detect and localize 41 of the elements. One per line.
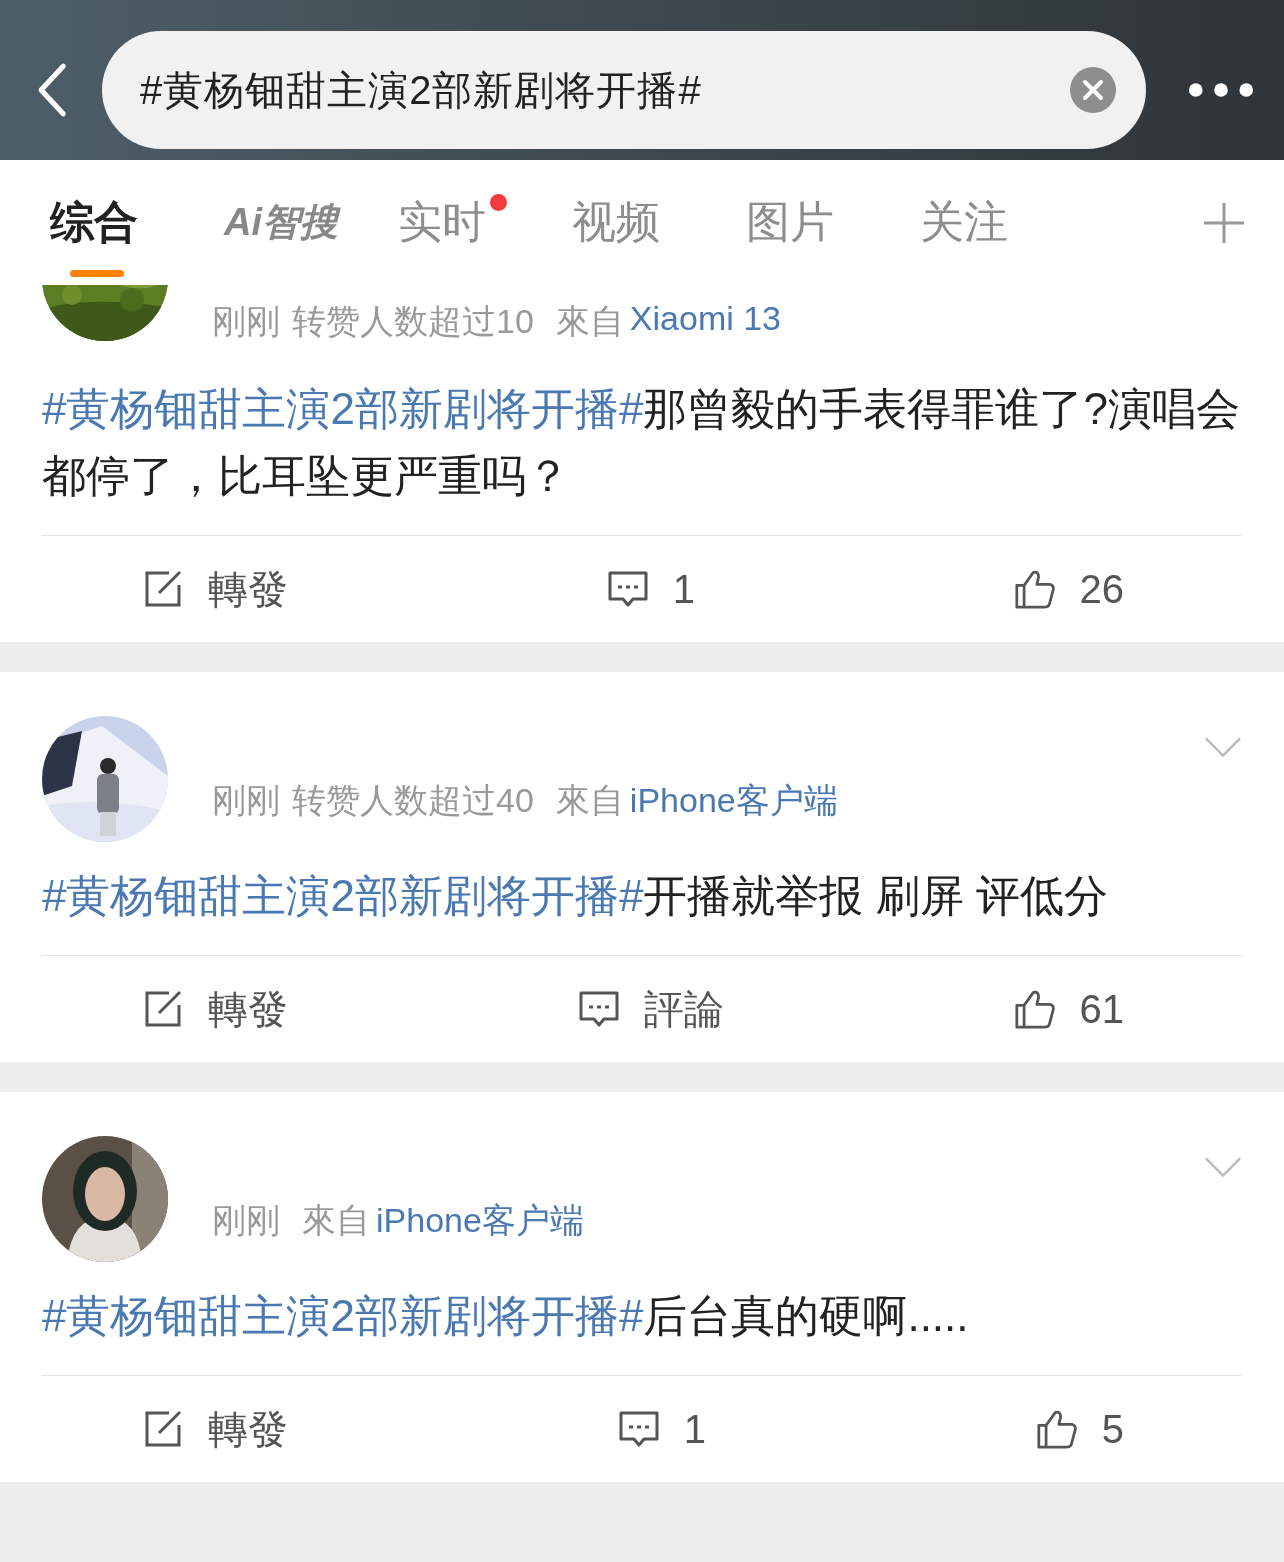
like-button[interactable]: 5 [1035,1406,1124,1452]
post-meta: 刚刚 [212,780,280,821]
tab[interactable]: 综合 [50,193,138,252]
post-meta: 刚刚 [212,301,280,342]
source-label: 來自 [302,1200,370,1241]
tab-indicator [70,270,124,277]
post-meta: 刚刚 [212,1200,280,1241]
comment-button[interactable]: 1 [606,566,695,612]
source-label: 來自 [555,301,624,342]
chevron-down-icon[interactable] [1204,1156,1242,1178]
source-link[interactable]: Xiaomi 13 [629,299,782,345]
like-button[interactable]: 61 [1013,986,1124,1032]
like-button[interactable]: 26 [1013,566,1124,612]
hashtag-link[interactable]: #黄杨钿甜主演2部新剧将开播# [42,1291,644,1340]
more-icon[interactable] [1188,82,1254,98]
repost-button[interactable]: 轉發 [142,1401,288,1457]
source-link[interactable]: iPhone客户端 [629,778,838,824]
thumbs-up-icon [1013,569,1056,609]
comment-button[interactable]: 1 [617,1406,706,1452]
post-text: #黄杨钿甜主演2部新剧将开播#后台真的硬啊..... [42,1262,1242,1376]
search-field[interactable]: #黄杨钿甜主演2部新剧将开播# [102,31,1146,149]
chevron-down-icon[interactable] [1204,736,1242,758]
post-meta: 转赞人数超过40 [292,780,534,821]
hashtag-link[interactable]: #黄杨钿甜主演2部新剧将开播# [42,871,644,920]
thumbs-up-icon [1035,1409,1078,1449]
add-icon[interactable] [1204,202,1244,243]
thumbs-up-icon [1013,989,1056,1029]
comment-button[interactable]: 評論 [577,981,724,1037]
comment-icon [606,569,649,609]
hashtag-link[interactable]: #黄杨钿甜主演2部新剧将开播# [42,384,644,433]
comment-icon [617,1409,660,1449]
source-link[interactable]: iPhone客户端 [376,1198,584,1244]
comment-icon [577,989,620,1029]
search-input[interactable]: #黄杨钿甜主演2部新剧将开播# [138,66,1070,114]
clear-icon[interactable] [1070,67,1116,113]
repost-button[interactable]: 轉發 [142,981,288,1037]
post-meta: 转赞人数超过10 [292,301,534,342]
post-text: #黄杨钿甜主演2部新剧将开播#开播就举报 刷屏 评低分 [42,842,1242,956]
repost-button[interactable]: 轉發 [142,561,288,617]
post-text: #黄杨钿甜主演2部新剧将开播#那曾毅的手表得罪谁了?演唱会都停了，比耳坠更严重吗？ [42,355,1242,536]
source-label: 來自 [555,780,624,821]
